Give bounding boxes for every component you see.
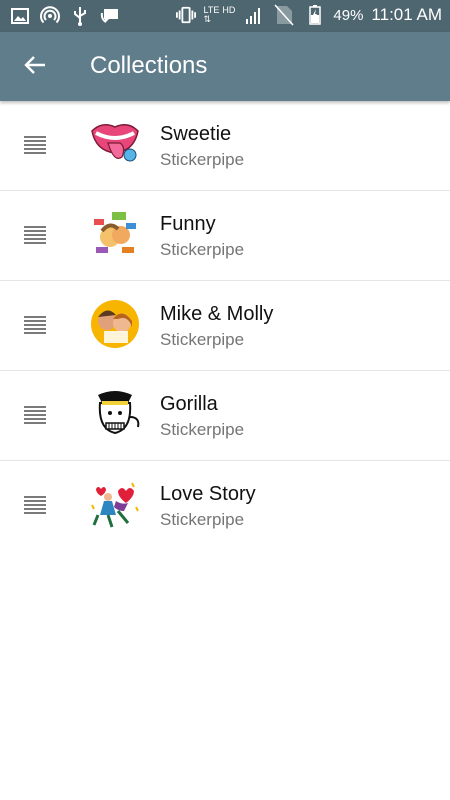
network-type: LTE HD ⇅ [204,6,236,24]
list-item[interactable]: Love Story Stickerpipe [0,461,450,551]
gorilla-sticker-icon [88,387,142,441]
collection-provider: Stickerpipe [160,240,245,259]
collection-provider: Stickerpipe [160,510,245,529]
drag-handle-icon[interactable] [24,136,46,154]
hotspot-icon [40,6,60,26]
clock: 11:01 AM [371,5,442,24]
collection-provider: Stickerpipe [160,420,245,439]
arrow-back-icon [24,55,46,79]
status-bar: LTE HD ⇅ 49% 11:01 AM [0,0,450,32]
network-hd-label: HD [222,5,236,15]
love-story-sticker-icon [88,477,142,531]
collection-name: Love Story [160,483,256,505]
signal-icon [243,5,263,25]
status-left-icons [10,6,120,26]
collection-name: Gorilla [160,393,218,415]
vibrate-icon [175,5,196,25]
gallery-icon [10,6,30,26]
data-arrows-icon: ⇅ [203,14,212,24]
list-item[interactable]: Sweetie Stickerpipe [0,101,450,191]
lips-sticker-icon [88,117,142,171]
collections-list: Sweetie Stickerpipe Funny Stickerpipe Mi… [0,101,450,551]
page-title: Collections [90,52,208,79]
list-item[interactable]: Mike & Molly Stickerpipe [0,281,450,371]
collection-provider: Stickerpipe [160,150,245,169]
drag-handle-icon[interactable] [24,406,46,424]
battery-percent: 49% [333,6,364,24]
chat-phone-icon [100,6,120,26]
drag-handle-icon[interactable] [24,496,46,514]
list-item[interactable]: Funny Stickerpipe [0,191,450,281]
usb-icon [70,6,90,26]
back-button[interactable] [14,46,56,88]
status-right-icons: LTE HD ⇅ 49% 11:01 AM [175,4,442,26]
collection-name: Funny [160,213,216,235]
collection-provider: Stickerpipe [160,330,245,349]
drag-handle-icon[interactable] [24,226,46,244]
battery-icon [305,5,325,25]
app-bar: Collections [0,32,450,101]
no-sim-icon [271,4,297,26]
funny-sticker-icon [88,207,142,261]
drag-handle-icon[interactable] [24,316,46,334]
collection-name: Mike & Molly [160,303,274,325]
collection-name: Sweetie [160,123,232,145]
couple-sticker-icon [88,297,142,351]
list-item[interactable]: Gorilla Stickerpipe [0,371,450,461]
